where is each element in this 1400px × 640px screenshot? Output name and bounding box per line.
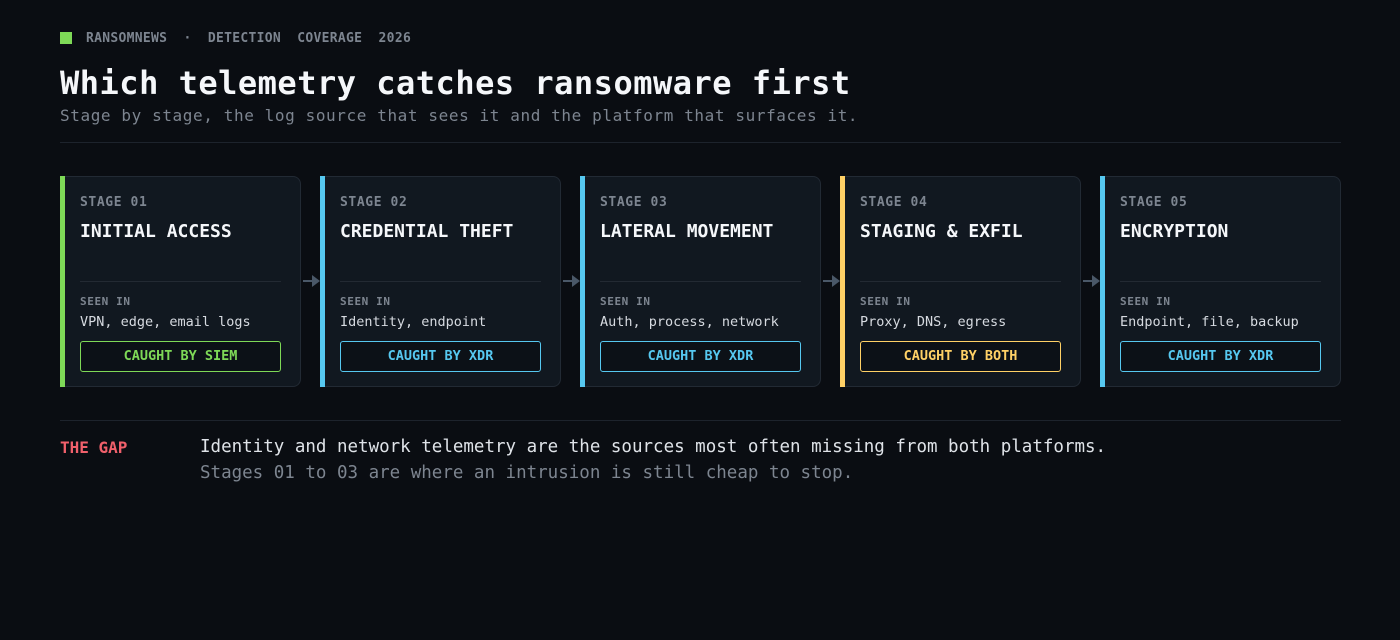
page-subtitle: Stage by stage, the log source that sees… bbox=[60, 106, 859, 125]
stage-accent-bar bbox=[840, 176, 845, 387]
seen-in-sources: Endpoint, file, backup bbox=[1120, 314, 1299, 330]
caught-by-badge: CAUGHT BY XDR bbox=[1120, 341, 1321, 372]
stage-cards: STAGE 01 INITIAL ACCESS SEEN IN VPN, edge, … bbox=[60, 176, 1341, 387]
stage-card: STAGE 04 STAGING & EXFIL SEEN IN Proxy, DNS… bbox=[840, 176, 1081, 387]
stage-number: STAGE 03 bbox=[600, 195, 668, 210]
caught-by-badge: CAUGHT BY BOTH bbox=[860, 341, 1061, 372]
arrow-right-icon bbox=[1083, 275, 1100, 287]
card-divider bbox=[1120, 281, 1321, 282]
seen-in-sources: VPN, edge, email logs bbox=[80, 314, 251, 330]
arrow-right-icon bbox=[823, 275, 840, 287]
caught-by-badge: CAUGHT BY XDR bbox=[600, 341, 801, 372]
seen-in-label: SEEN IN bbox=[860, 295, 911, 308]
card-divider bbox=[860, 281, 1061, 282]
arrow-right-icon bbox=[563, 275, 580, 287]
stage-card: STAGE 05 ENCRYPTION SEEN IN Endpoint, file,… bbox=[1100, 176, 1341, 387]
seen-in-sources: Proxy, DNS, egress bbox=[860, 314, 1007, 330]
seen-in-label: SEEN IN bbox=[600, 295, 651, 308]
brand-square-icon bbox=[60, 32, 72, 44]
seen-in-sources: Auth, process, network bbox=[600, 314, 779, 330]
caught-by-badge: CAUGHT BY SIEM bbox=[80, 341, 281, 372]
stage-name: STAGING & EXFIL bbox=[860, 221, 1023, 242]
card-divider bbox=[340, 281, 541, 282]
stage-name: ENCRYPTION bbox=[1120, 221, 1229, 242]
stage-number: STAGE 05 bbox=[1120, 195, 1188, 210]
caught-by-badge: CAUGHT BY XDR bbox=[340, 341, 541, 372]
stage-number: STAGE 01 bbox=[80, 195, 148, 210]
seen-in-label: SEEN IN bbox=[1120, 295, 1171, 308]
card-divider bbox=[80, 281, 281, 282]
stage-accent-bar bbox=[60, 176, 65, 387]
stage-accent-bar bbox=[580, 176, 585, 387]
gap-label: THE GAP bbox=[60, 438, 128, 457]
seen-in-sources: Identity, endpoint bbox=[340, 314, 487, 330]
seen-in-label: SEEN IN bbox=[340, 295, 391, 308]
stage-accent-bar bbox=[1100, 176, 1105, 387]
arrow-right-icon bbox=[303, 275, 320, 287]
stage-number: STAGE 02 bbox=[340, 195, 408, 210]
seen-in-label: SEEN IN bbox=[80, 295, 131, 308]
gap-text-secondary: Stages 01 to 03 are where an intrusion i… bbox=[200, 463, 854, 483]
stage-name: CREDENTIAL THEFT bbox=[340, 221, 514, 242]
card-divider bbox=[600, 281, 801, 282]
stage-number: STAGE 04 bbox=[860, 195, 928, 210]
page-title: Which telemetry catches ransomware first bbox=[60, 64, 851, 102]
stage-accent-bar bbox=[320, 176, 325, 387]
stage-card: STAGE 01 INITIAL ACCESS SEEN IN VPN, edge, … bbox=[60, 176, 301, 387]
stage-name: INITIAL ACCESS bbox=[80, 221, 232, 242]
stage-name: LATERAL MOVEMENT bbox=[600, 221, 774, 242]
eyebrow: RANSOMNEWS · DETECTION COVERAGE 2026 bbox=[60, 30, 411, 46]
stage-card: STAGE 02 CREDENTIAL THEFT SEEN IN Identity,… bbox=[320, 176, 561, 387]
footer-divider bbox=[60, 420, 1341, 421]
eyebrow-text: RANSOMNEWS · DETECTION COVERAGE 2026 bbox=[86, 30, 412, 46]
header-divider bbox=[60, 142, 1341, 143]
stage-card: STAGE 03 LATERAL MOVEMENT SEEN IN Auth, pro… bbox=[580, 176, 821, 387]
gap-text-primary: Identity and network telemetry are the s… bbox=[200, 437, 1107, 457]
